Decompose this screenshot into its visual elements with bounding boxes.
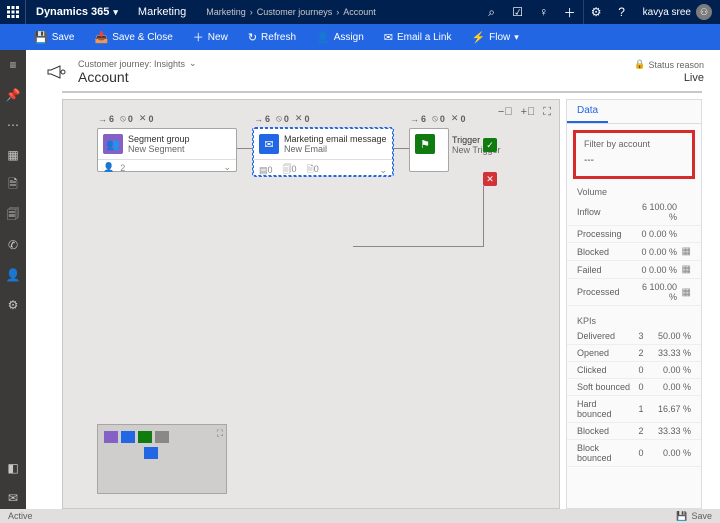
zoom-in-icon[interactable]: +⃝: [521, 106, 536, 119]
left-nav: ≡ 📌 ⋯ ▦ 🗎 🗐 ✆ 👤 ⚙ ◧ ✉: [0, 50, 26, 509]
task-icon[interactable]: ☑: [505, 0, 531, 24]
app-launcher[interactable]: [0, 0, 26, 24]
megaphone-icon: [46, 63, 68, 81]
app-section[interactable]: Marketing: [128, 6, 196, 18]
filter-by-account[interactable]: Filter by account ---: [573, 130, 695, 179]
nav-doc-icon[interactable]: 🗎: [0, 174, 26, 196]
nav-contact-icon[interactable]: 👤: [0, 264, 26, 286]
command-bar: 💾Save 📥Save & Close ＋New ↻Refresh 👤Assig…: [0, 24, 720, 50]
status-value: Live: [634, 72, 704, 84]
save-button[interactable]: 💾Save: [26, 24, 83, 50]
global-topbar: Dynamics 365▾ Marketing Marketing›Custom…: [0, 0, 720, 24]
fit-icon[interactable]: ⛶: [543, 106, 551, 119]
kpi-row: Delivered350.00 %: [567, 328, 701, 345]
save-status-icon: 💾: [676, 511, 687, 522]
page-title: Account: [78, 69, 197, 85]
minimap[interactable]: ⛶: [97, 424, 227, 494]
chevron-down-icon: ▾: [113, 7, 118, 18]
brand-dropdown[interactable]: Dynamics 365▾: [26, 6, 128, 18]
user-menu[interactable]: kavya sree⚇: [635, 4, 720, 20]
volume-row: Processing0 0.00 %: [567, 226, 701, 243]
refresh-button[interactable]: ↻Refresh: [240, 24, 304, 50]
x-icon: ✕: [483, 172, 497, 186]
journey-canvas[interactable]: −⃝ +⃝ ⛶ →6⦸0✕0 👥 Segment groupNew Segmen…: [62, 99, 560, 509]
chevron-down-icon[interactable]: ⌄: [223, 162, 231, 173]
volume-row: Inflow6 100.00 %: [567, 199, 701, 226]
email-link-button[interactable]: ✉Email a Link: [376, 24, 460, 50]
breadcrumb: Marketing›Customer journeys›Account: [196, 7, 386, 17]
chevron-down-icon[interactable]: ⌄: [379, 165, 387, 176]
nav-more-icon[interactable]: ⋯: [0, 114, 26, 136]
check-icon: ✓: [483, 138, 497, 152]
search-icon[interactable]: ⌕: [479, 0, 505, 24]
tile-segment-group[interactable]: →6⦸0✕0 👥 Segment groupNew Segment 👤2⌄: [97, 128, 237, 172]
tab-data[interactable]: Data: [567, 100, 608, 123]
zoom-out-icon[interactable]: −⃝: [498, 106, 513, 119]
add-icon[interactable]: ＋: [557, 0, 583, 24]
volume-row: Failed0 0.00 %▦: [567, 261, 701, 279]
volume-row: Blocked0 0.00 %▦: [567, 243, 701, 261]
tile-trigger[interactable]: →6⦸0✕0 ⚑ Trigger New Trigger: [409, 128, 449, 172]
new-button[interactable]: ＋New: [185, 24, 236, 50]
nav-dashboard-icon[interactable]: ▦: [0, 144, 26, 166]
kpi-row: Opened233.33 %: [567, 345, 701, 362]
page-header: Customer journey: Insights⌄ Account 🔒Sta…: [26, 50, 720, 91]
trigger-icon: ⚑: [415, 134, 435, 154]
tile-email-message[interactable]: →6⦸0✕0 ✉ Marketing email messageNew Emai…: [253, 128, 393, 176]
help-icon[interactable]: ?: [609, 0, 635, 24]
flow-button[interactable]: ⚡Flow▾: [463, 24, 526, 50]
nav-settings-icon[interactable]: ⚙: [0, 294, 26, 316]
mail-icon: ✉: [259, 134, 279, 154]
insights-panel: Data Filter by account --- Volume Inflow…: [566, 99, 702, 509]
settings-icon[interactable]: ⚙: [583, 0, 609, 24]
nav-copy-icon[interactable]: 🗐: [0, 204, 26, 226]
nav-pin-icon[interactable]: 📌: [0, 84, 26, 106]
assign-button[interactable]: 👤Assign: [308, 24, 372, 50]
save-close-button[interactable]: 📥Save & Close: [87, 24, 181, 50]
people-icon: 👤: [103, 162, 114, 173]
kpi-row: Soft bounced00.00 %: [567, 379, 701, 396]
status-bar: Active 💾Save: [0, 509, 720, 523]
kpi-row: Block bounced00.00 %: [567, 440, 701, 467]
expand-icon[interactable]: ⛶: [217, 428, 223, 439]
volume-row: Processed6 100.00 %▦: [567, 279, 701, 306]
lock-icon: 🔒: [634, 59, 645, 70]
nav-phone-icon[interactable]: ✆: [0, 234, 26, 256]
nav-feedback-icon[interactable]: ◧: [0, 457, 26, 479]
segment-icon: 👥: [103, 134, 123, 154]
nav-menu-icon[interactable]: ≡: [0, 54, 26, 76]
assistant-icon[interactable]: ♀: [531, 0, 557, 24]
nav-mail-icon[interactable]: ✉: [0, 487, 26, 509]
avatar: ⚇: [696, 4, 712, 20]
kpi-row: Clicked00.00 %: [567, 362, 701, 379]
kpi-row: Hard bounced116.67 %: [567, 396, 701, 423]
chevron-down-icon[interactable]: ⌄: [189, 58, 197, 69]
kpi-row: Blocked233.33 %: [567, 423, 701, 440]
